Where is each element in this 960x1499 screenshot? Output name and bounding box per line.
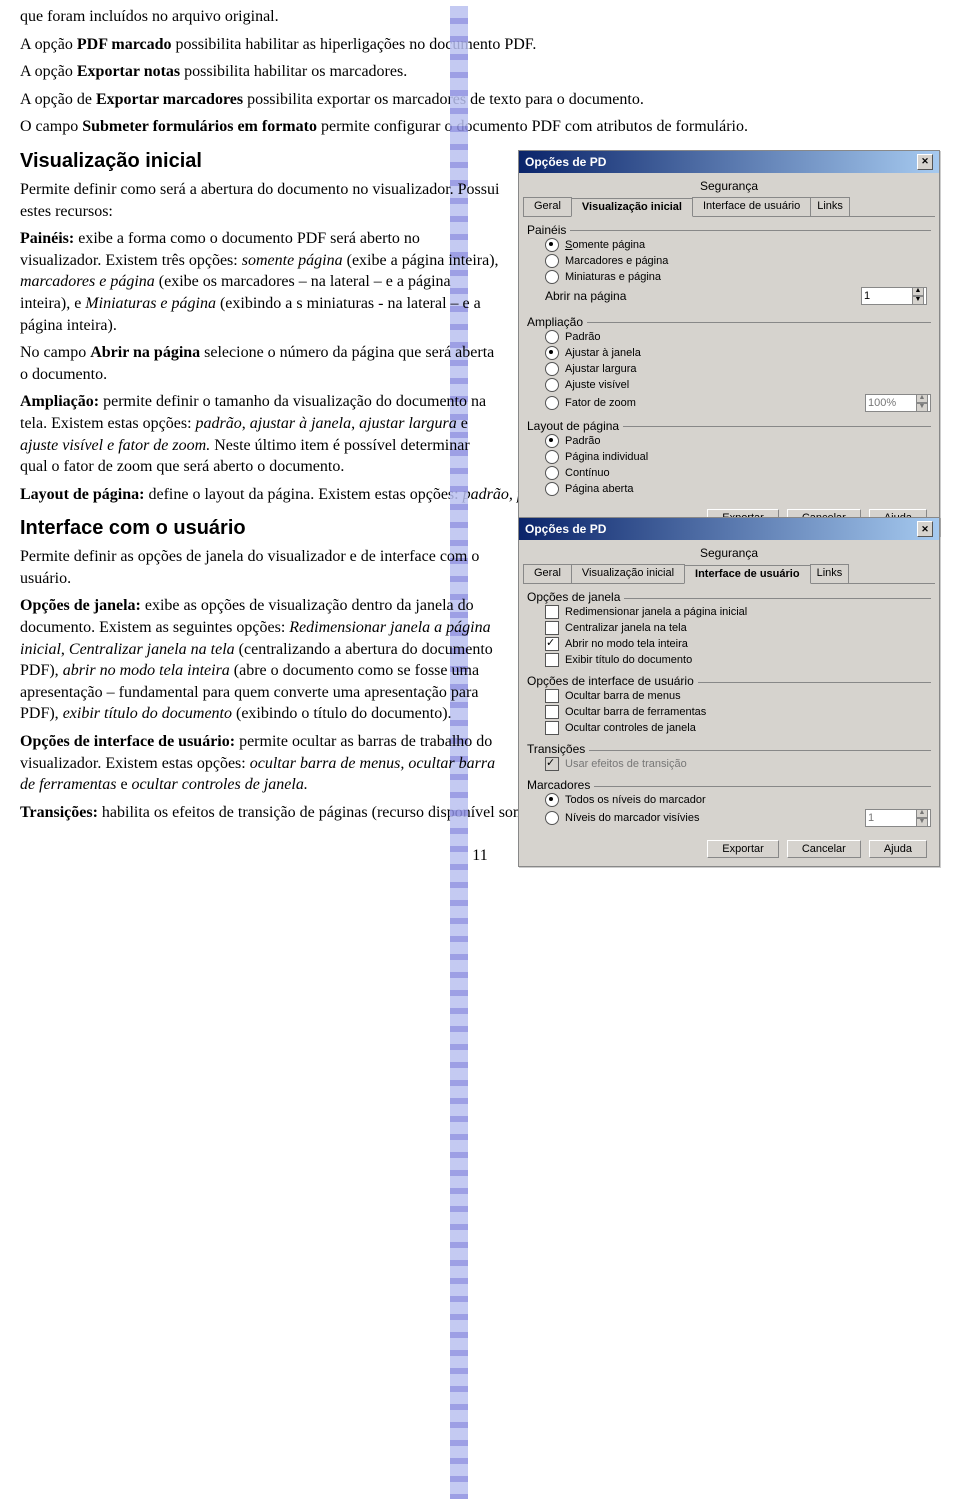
zoom-input[interactable]: 100% ▲▼: [865, 394, 931, 412]
chk-centralizar[interactable]: [545, 621, 559, 635]
ajuda-button-2[interactable]: Ajuda: [869, 840, 927, 858]
fieldset-paineis: Painéis: [527, 223, 566, 237]
sec1-p1: Permite definir como será a abertura do …: [20, 179, 500, 222]
tab-geral-2[interactable]: Geral: [523, 564, 572, 583]
radio-niveis-visivies[interactable]: [545, 811, 559, 825]
para-intro-4: A opção de Exportar marcadores possibili…: [20, 89, 940, 111]
heading-interface: Interface com o usuário: [20, 517, 500, 540]
chk-abrir-tela-inteira[interactable]: [545, 637, 559, 651]
close-icon-2[interactable]: ✕: [917, 521, 933, 537]
tab-strip: Geral Visualização inicial Interface de …: [523, 197, 935, 217]
dialog-titlebar-2: Opções de PD ✕: [519, 518, 939, 540]
dialog-title-2: Opções de PD: [525, 522, 606, 536]
sec1-p2: Painéis: exibe a forma como o documento …: [20, 228, 500, 336]
tab-links-2[interactable]: Links: [810, 564, 850, 583]
abrir-label: Abrir na página: [545, 289, 626, 303]
radio-ajustar-largura[interactable]: [545, 362, 559, 376]
radio-somente-pagina[interactable]: [545, 238, 559, 252]
tab-iface-2[interactable]: Interface de usuário: [684, 565, 811, 584]
chk-ocultar-menus[interactable]: [545, 689, 559, 703]
para-intro-3: A opção Exportar notas possibilita habil…: [20, 61, 940, 83]
radio-marcadores-pagina[interactable]: [545, 254, 559, 268]
fieldset-marcadores: Marcadores: [527, 778, 590, 792]
tab-vis-2[interactable]: Visualização inicial: [571, 564, 685, 583]
tab-links[interactable]: Links: [810, 197, 850, 216]
radio-ajustar-janela[interactable]: [545, 346, 559, 360]
sec2-p2: Opções de janela: exibe as opções de vis…: [20, 595, 500, 725]
chk-usar-transicao: [545, 757, 559, 771]
radio-lp-padrao[interactable]: [545, 434, 559, 448]
fieldset-layout: Layout de página: [527, 419, 619, 433]
tab-geral[interactable]: Geral: [523, 197, 572, 216]
radio-ajuste-visivel[interactable]: [545, 378, 559, 392]
heading-visualizacao: Visualização inicial: [20, 150, 500, 173]
sec2-p3: Opções de interface de usuário: permite …: [20, 731, 500, 796]
para-intro-5: O campo Submeter formulários em formato …: [20, 116, 940, 138]
fieldset-opinterface: Opções de interface de usuário: [527, 674, 694, 688]
radio-lp-continuo[interactable]: [545, 466, 559, 480]
tab-seguranca[interactable]: Segurança: [523, 177, 935, 197]
radio-todos-niveis[interactable]: [545, 793, 559, 807]
dialog-titlebar: Opções de PD ✕: [519, 151, 939, 173]
chk-ocultar-ferramentas[interactable]: [545, 705, 559, 719]
radio-fator-zoom[interactable]: [545, 396, 559, 410]
abrir-pagina-input[interactable]: 1 ▲▼: [861, 287, 927, 305]
dialog-interface-usuario: Opções de PD ✕ Segurança Geral Visualiza…: [518, 517, 940, 867]
close-icon[interactable]: ✕: [917, 154, 933, 170]
exportar-button-2[interactable]: Exportar: [707, 840, 779, 858]
para-intro-2: A opção PDF marcado possibilita habilita…: [20, 34, 940, 56]
dialog-title: Opções de PD: [525, 155, 606, 169]
sec2-p1: Permite definir as opções de janela do v…: [20, 546, 500, 589]
cancelar-button-2[interactable]: Cancelar: [787, 840, 861, 858]
dialog-visualizacao-inicial: Opções de PD ✕ Segurança Geral Visualiza…: [518, 150, 940, 536]
chk-redimensionar[interactable]: [545, 605, 559, 619]
radio-lp-individual[interactable]: [545, 450, 559, 464]
para-intro-1: que foram incluídos no arquivo original.: [20, 6, 940, 28]
radio-padrao[interactable]: [545, 330, 559, 344]
fieldset-opjanela: Opções de janela: [527, 590, 620, 604]
tab-iface[interactable]: Interface de usuário: [692, 197, 811, 216]
sec1-p4: Ampliação: permite definir o tamanho da …: [20, 391, 500, 477]
chk-exibir-titulo[interactable]: [545, 653, 559, 667]
tab-seguranca-2[interactable]: Segurança: [523, 544, 935, 564]
tab-strip-2: Geral Visualização inicial Interface de …: [523, 564, 935, 584]
tab-vis[interactable]: Visualização inicial: [571, 198, 693, 217]
fieldset-transicoes: Transições: [527, 742, 585, 756]
fieldset-ampliacao: Ampliação: [527, 315, 583, 329]
marc-niveis-input[interactable]: 1 ▲▼: [865, 809, 931, 827]
sec1-p3: No campo Abrir na página selecione o núm…: [20, 342, 500, 385]
radio-miniaturas-pagina[interactable]: [545, 270, 559, 284]
radio-lp-aberta[interactable]: [545, 482, 559, 496]
chk-ocultar-controles[interactable]: [545, 721, 559, 735]
